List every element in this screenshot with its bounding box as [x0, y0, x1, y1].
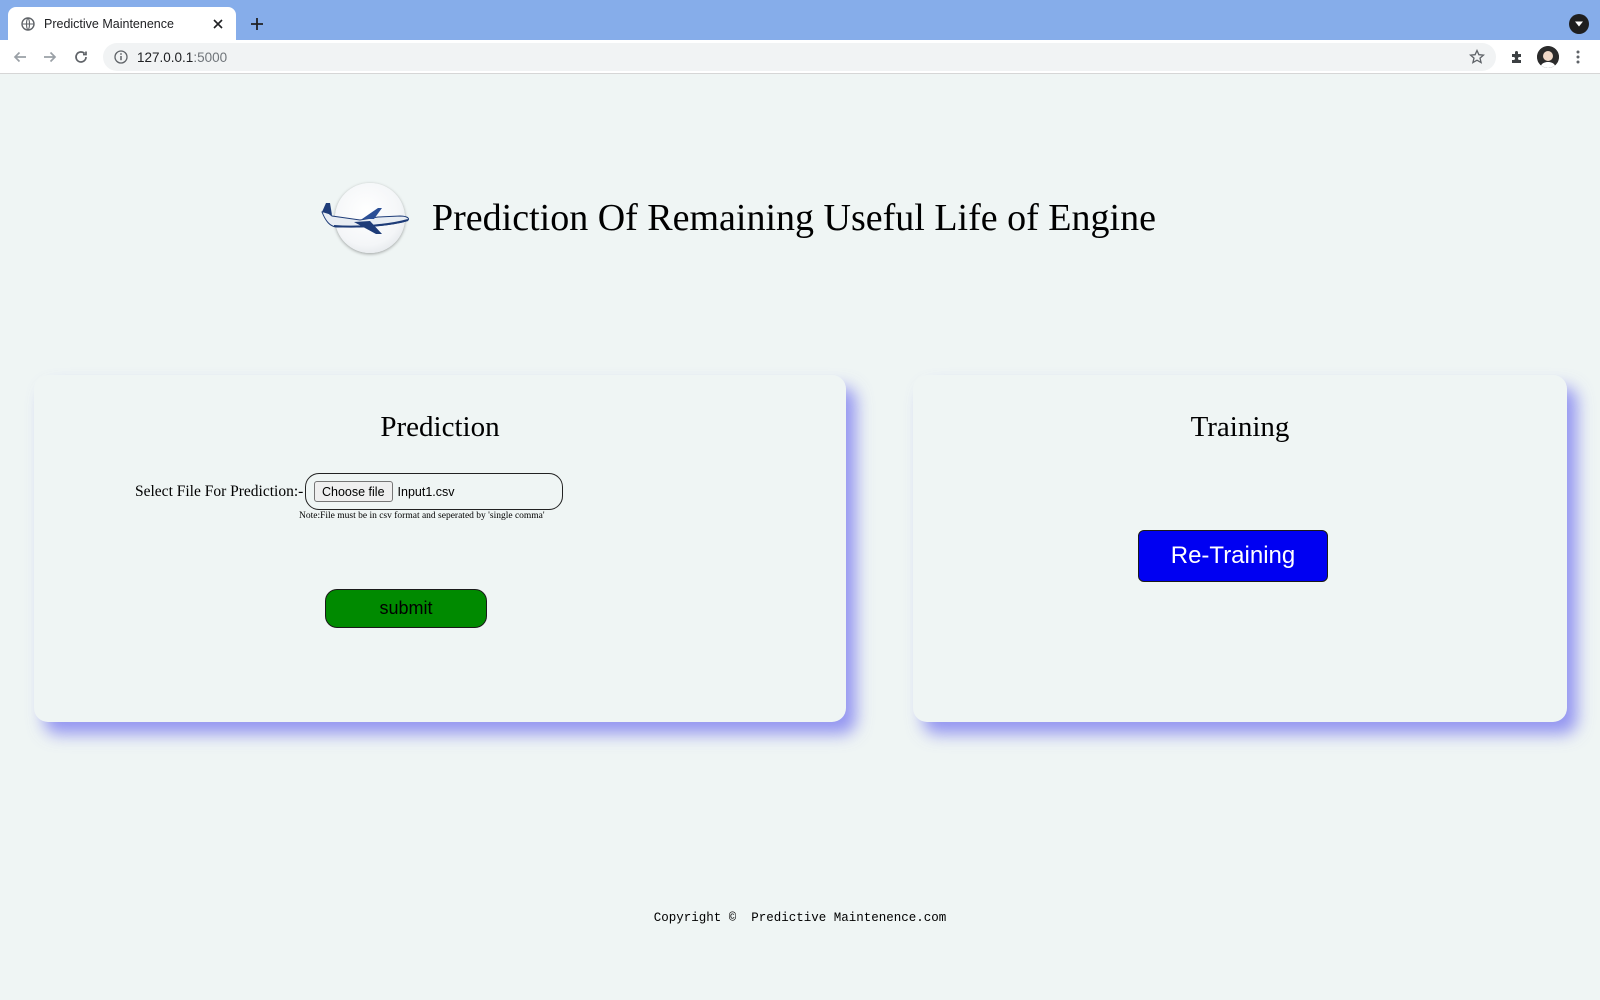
tab-title: Predictive Maintenence	[44, 16, 174, 31]
bookmark-star-icon[interactable]	[1468, 48, 1486, 66]
choose-file-button[interactable]: Choose file	[314, 481, 393, 502]
training-title: Training	[1190, 411, 1290, 443]
url-host: 127.0.0.1	[137, 49, 194, 65]
file-select-label: Select File For Prediction:-	[135, 483, 304, 500]
address-bar[interactable]: 127.0.0.1:5000	[103, 43, 1496, 71]
info-icon[interactable]	[113, 49, 129, 65]
profile-avatar[interactable]	[1537, 46, 1559, 68]
forward-arrow-icon[interactable]	[40, 47, 60, 67]
airplane-logo	[320, 182, 414, 254]
page-title: Prediction Of Remaining Useful Life of E…	[432, 197, 1156, 239]
back-arrow-icon[interactable]	[10, 47, 30, 67]
training-card: Training Re-Training	[913, 375, 1567, 722]
extensions-puzzle-icon[interactable]	[1507, 47, 1527, 67]
browser-toolbar: 127.0.0.1:5000	[0, 40, 1600, 74]
prediction-card: Prediction Select File For Prediction:- …	[34, 375, 846, 722]
prediction-title: Prediction	[380, 411, 500, 443]
footer-copyright: Copyright © Predictive Maintenence.com	[653, 911, 947, 925]
close-icon[interactable]	[210, 16, 226, 32]
browser-tab-strip: Predictive Maintenence	[0, 0, 1600, 40]
tab-search-icon[interactable]	[1569, 14, 1589, 34]
file-format-note: Note:File must be in csv format and sepe…	[299, 511, 545, 521]
selected-file-name: Input1.csv	[397, 484, 455, 499]
new-tab-icon[interactable]	[246, 13, 268, 35]
page-header: Prediction Of Remaining Useful Life of E…	[320, 182, 1156, 254]
submit-button[interactable]: submit	[325, 589, 487, 628]
file-input[interactable]: Choose file Input1.csv	[305, 473, 563, 510]
reload-icon[interactable]	[71, 47, 91, 67]
re-training-button[interactable]: Re-Training	[1138, 530, 1328, 582]
browser-tab[interactable]: Predictive Maintenence	[8, 7, 236, 40]
globe-icon	[20, 16, 36, 32]
more-menu-icon[interactable]	[1570, 47, 1586, 67]
url-port: :5000	[193, 49, 228, 65]
